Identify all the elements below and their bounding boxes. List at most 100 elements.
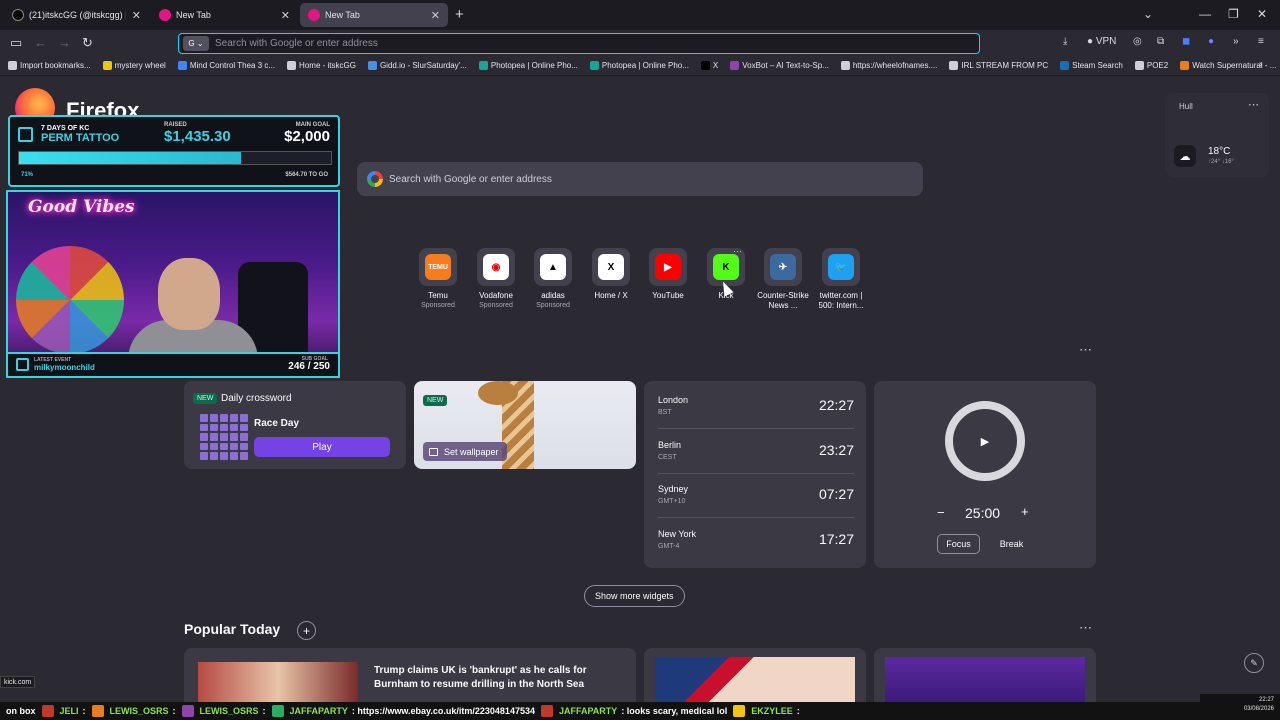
minimize-button[interactable]: —: [1199, 7, 1211, 21]
new-tab-button[interactable]: +: [455, 6, 464, 23]
shortcut-temu[interactable]: TEMU Temu Sponsored: [410, 248, 466, 310]
timer-increase-button[interactable]: +: [1021, 504, 1029, 519]
close-icon[interactable]: ✕: [431, 9, 440, 22]
clock-tz: GMT+10: [658, 498, 686, 505]
shield-extension-icon[interactable]: ◼: [1182, 36, 1190, 47]
search-engine-icon[interactable]: G ⌄: [183, 36, 209, 51]
bookmark-item[interactable]: Import bookmarks...: [8, 61, 91, 70]
maximize-button[interactable]: ❐: [1228, 7, 1239, 21]
shortcut-youtube[interactable]: ▶ YouTube: [640, 248, 696, 301]
bookmark-item[interactable]: Home - itskcGG: [287, 61, 356, 70]
bookmark-favicon-icon: [478, 61, 488, 70]
bookmark-item[interactable]: Steam Search: [1060, 61, 1123, 70]
tab-twitch[interactable]: (21)itskcGG (@itskcgg) | Ti ✕: [4, 3, 149, 27]
vpn-button[interactable]: ● VPN: [1087, 36, 1116, 47]
forward-button[interactable]: →: [58, 35, 71, 50]
extension-icon[interactable]: ●: [1208, 36, 1214, 47]
shortcut-tile: 🐦: [822, 248, 860, 286]
weather-range: ↑24° ↓16°: [1208, 159, 1234, 165]
google-icon: [367, 171, 383, 187]
bookmark-item[interactable]: Mind Control Thea 3 c...: [177, 61, 275, 70]
shortcut-home[interactable]: X Home / X: [583, 248, 639, 301]
back-button[interactable]: ←: [34, 35, 47, 50]
weather-widget[interactable]: Hull ⋯ ☁ 18°C ↑24° ↓16°: [1165, 93, 1269, 177]
bookmark-favicon-icon: [287, 61, 297, 70]
shortcut-tile: ▶: [649, 248, 687, 286]
bookmark-favicon-icon: [1134, 61, 1144, 70]
bookmark-item[interactable]: X: [700, 61, 718, 70]
vpn-label: VPN: [1095, 36, 1117, 47]
show-more-widgets-button[interactable]: Show more widgets: [584, 585, 685, 607]
bookmark-item[interactable]: POE2: [1134, 61, 1168, 70]
chat-username: LEWIS_OSRS: [199, 706, 259, 716]
bookmark-favicon-icon: [1060, 61, 1070, 70]
shortcut-menu-icon[interactable]: ⋯: [733, 246, 742, 257]
set-wallpaper-button[interactable]: Set wallpaper: [423, 442, 507, 461]
tab-newtab-1[interactable]: New Tab ✕: [151, 3, 298, 27]
edit-icon[interactable]: ✎: [1244, 653, 1264, 673]
page-search-box[interactable]: [357, 162, 923, 196]
close-window-button[interactable]: ✕: [1257, 7, 1267, 21]
shortcut-label: Vodafone: [479, 291, 513, 300]
bookmarks-overflow-icon[interactable]: ›: [1259, 59, 1262, 70]
bookmark-label: https://wheelofnames....: [852, 61, 938, 70]
story-card[interactable]: [644, 648, 866, 704]
app-menu-icon[interactable]: ≡: [1258, 36, 1264, 47]
timer-play-button[interactable]: ▶: [945, 401, 1025, 481]
crossword-play-button[interactable]: Play: [254, 437, 390, 457]
page-search-input[interactable]: [389, 173, 923, 185]
weather-menu-icon[interactable]: ⋯: [1248, 98, 1259, 111]
chat-emote-icon: [733, 705, 746, 717]
downloads-icon[interactable]: ⤓: [1063, 36, 1067, 47]
tray-time: 22:27: [1258, 697, 1274, 703]
bookmark-favicon-icon: [102, 61, 112, 70]
bookmark-item[interactable]: Gidd.io - SlurSaturday'...: [367, 61, 467, 70]
close-icon[interactable]: ✕: [132, 9, 141, 22]
shortcut-logo-icon: TEMU: [425, 254, 451, 280]
overflow-chevron-icon[interactable]: »: [1233, 36, 1239, 47]
bookmark-label: Gidd.io - SlurSaturday'...: [379, 61, 467, 70]
account-icon[interactable]: ◎: [1133, 36, 1142, 47]
main-goal-amount: $2,000: [284, 128, 330, 145]
bookmark-item[interactable]: Photopea | Online Pho...: [589, 61, 689, 70]
nav-bar: ▭ ← → ↻ G ⌄ ⤓ ● VPN ◎ ⧉ ◼ ● » ≡: [0, 30, 1280, 56]
shortcut-sponsored-label: Sponsored: [421, 302, 455, 309]
chat-username: JELI: [59, 706, 79, 716]
focus-timer-widget: ▶ − 25:00 + Focus Break: [874, 381, 1096, 568]
shortcut-vodafone[interactable]: ◉ Vodafone Sponsored: [468, 248, 524, 310]
story-card[interactable]: [874, 648, 1096, 704]
widgets-menu-icon[interactable]: ⋯: [1079, 342, 1092, 358]
tab-newtab-active[interactable]: New Tab ✕: [300, 3, 448, 27]
bookmark-item[interactable]: Photopea | Online Pho...: [478, 61, 578, 70]
extensions-icon[interactable]: ⧉: [1157, 36, 1164, 47]
bookmark-item[interactable]: mystery wheel: [102, 61, 166, 70]
stories-menu-icon[interactable]: ⋯: [1079, 620, 1092, 636]
url-input[interactable]: [215, 38, 979, 49]
bookmark-item[interactable]: https://wheelofnames....: [840, 61, 938, 70]
bookmark-favicon-icon: [949, 61, 959, 70]
timer-focus-button[interactable]: Focus: [937, 534, 980, 554]
sidebar-icon[interactable]: ▭: [10, 35, 22, 51]
shortcut-tile: X: [592, 248, 630, 286]
close-icon[interactable]: ✕: [281, 9, 290, 22]
bookmark-label: Photopea | Online Pho...: [490, 61, 578, 70]
bookmark-item[interactable]: VoxBot – AI Text-to-Sp...: [730, 61, 829, 70]
bookmark-item[interactable]: IRL STREAM FROM PC: [949, 61, 1048, 70]
bookmark-label: Import bookmarks...: [20, 61, 91, 70]
url-bar[interactable]: G ⌄: [178, 33, 980, 54]
shortcut-adidas[interactable]: ▲ adidas Sponsored: [525, 248, 581, 310]
timer-decrease-button[interactable]: −: [937, 505, 945, 520]
add-topic-button[interactable]: +: [297, 621, 316, 640]
shortcut-counterstrike[interactable]: ✈ Counter-Strike News ...: [755, 248, 811, 311]
reload-button[interactable]: ↻: [82, 35, 93, 51]
goal-progress-bar: [18, 151, 332, 165]
list-tabs-icon[interactable]: ⌄: [1143, 7, 1153, 21]
story-card[interactable]: Trump claims UK is 'bankrupt' as he call…: [184, 648, 636, 704]
shortcut-logo-icon: X: [598, 254, 624, 280]
timer-break-button[interactable]: Break: [990, 534, 1033, 554]
bookmark-favicon-icon: [177, 61, 187, 70]
chat-username: LEWIS_OSRS: [109, 706, 169, 716]
clock-time: 17:27: [818, 530, 854, 547]
shortcut-twittercom[interactable]: 🐦 twitter.com | 500: Intern...: [813, 248, 869, 311]
raised-amount: $1,435.30: [164, 128, 231, 145]
